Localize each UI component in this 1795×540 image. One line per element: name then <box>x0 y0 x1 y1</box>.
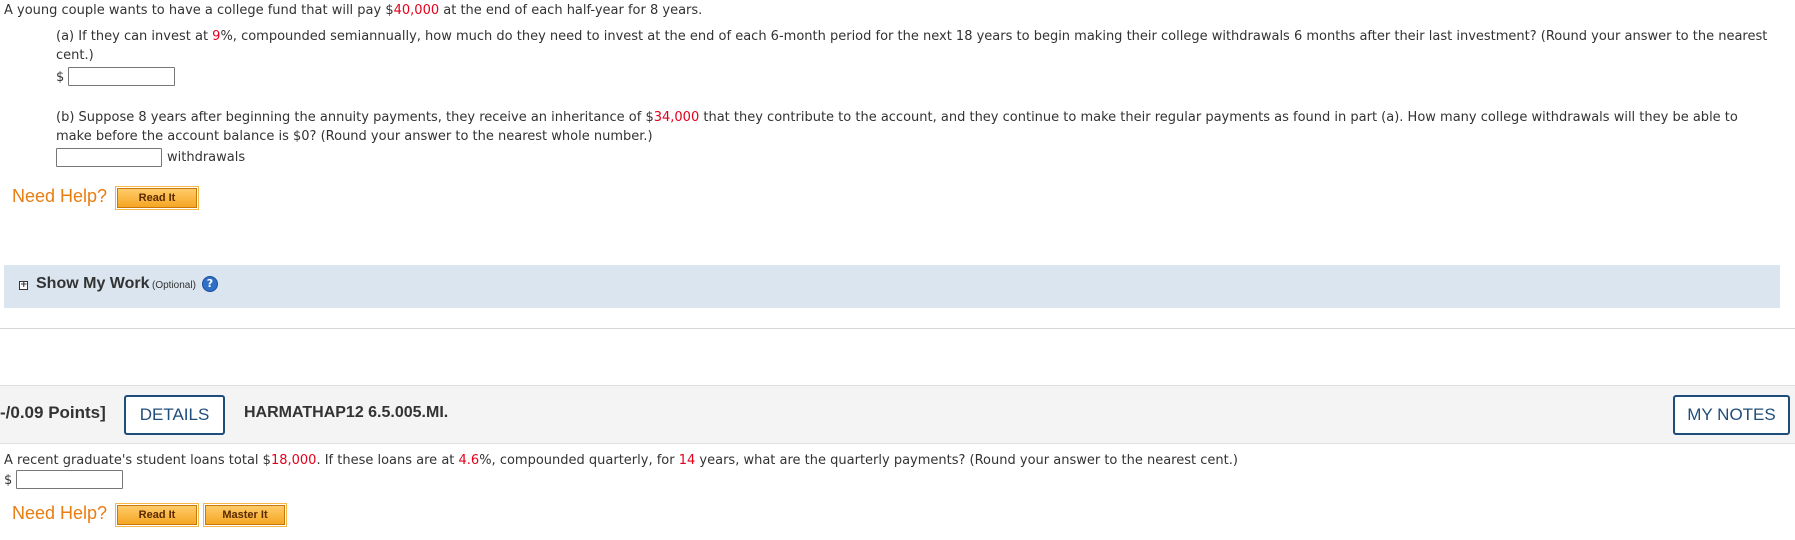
read-it-button-2[interactable]: Read It <box>115 503 199 527</box>
divider <box>0 328 1795 329</box>
part-b-text-start: (b) Suppose 8 years after beginning the … <box>56 110 654 125</box>
optional-label: (Optional) <box>152 280 196 291</box>
loan-rate: 4.6 <box>458 453 480 468</box>
read-it-button[interactable]: Read It <box>115 186 199 210</box>
show-my-work-bar[interactable]: + Show My Work (Optional) ? <box>4 265 1780 308</box>
part-a-answer-input[interactable] <box>68 67 175 86</box>
part-b-text: (b) Suppose 8 years after beginning the … <box>56 108 1738 127</box>
points-label: -/0.09 Points] <box>0 403 106 422</box>
question-header: -/0.09 Points] DETAILS HARMATHAP12 6.5.0… <box>0 385 1795 444</box>
part-a-text-line2: cent.) <box>56 48 94 63</box>
q2-text-mid1: . If these loans are at <box>316 453 459 468</box>
part-b-text-line2: make before the account balance is $0? (… <box>56 129 653 144</box>
expand-plus-icon[interactable]: + <box>19 281 28 290</box>
loan-years: 14 <box>678 453 696 468</box>
loan-amount: 18,000 <box>270 453 317 468</box>
part-a-text: (a) If they can invest at 9%, compounded… <box>56 27 1767 46</box>
withdrawals-unit-label: withdrawals <box>167 150 246 165</box>
part-a-text-start: (a) If they can invest at <box>56 29 213 44</box>
master-it-button[interactable]: Master It <box>203 503 287 527</box>
my-notes-button[interactable]: MY NOTES <box>1673 395 1790 435</box>
intro-text-end: at the end of each half-year for 8 years… <box>439 3 703 18</box>
question-intro: A young couple wants to have a college f… <box>4 1 702 20</box>
details-button[interactable]: DETAILS <box>124 395 225 435</box>
q2-text-end: years, what are the quarterly payments? … <box>695 453 1238 468</box>
show-my-work-title[interactable]: Show My Work <box>36 275 150 293</box>
currency-symbol: $ <box>56 70 65 85</box>
need-help-label: Need Help? <box>12 186 108 206</box>
intro-text: A young couple wants to have a college f… <box>4 3 394 18</box>
intro-amount: 40,000 <box>393 3 440 18</box>
q2-answer-input[interactable] <box>16 470 123 489</box>
question-code: HARMATHAP12 6.5.005.MI. <box>244 404 449 421</box>
question-2-text: A recent graduate's student loans total … <box>4 451 1238 470</box>
part-b-answer-input[interactable] <box>56 148 162 167</box>
help-question-icon[interactable]: ? <box>202 276 218 292</box>
part-a-text-end: %, compounded semiannually, how much do … <box>220 29 1768 44</box>
need-help-label-2: Need Help? <box>12 503 108 523</box>
q2-text-start: A recent graduate's student loans total … <box>4 453 271 468</box>
q2-text-mid2: %, compounded quarterly, for <box>479 453 679 468</box>
currency-symbol-2: $ <box>4 473 13 488</box>
part-b-text-end: that they contribute to the account, and… <box>699 110 1738 125</box>
part-b-amount: 34,000 <box>653 110 700 125</box>
